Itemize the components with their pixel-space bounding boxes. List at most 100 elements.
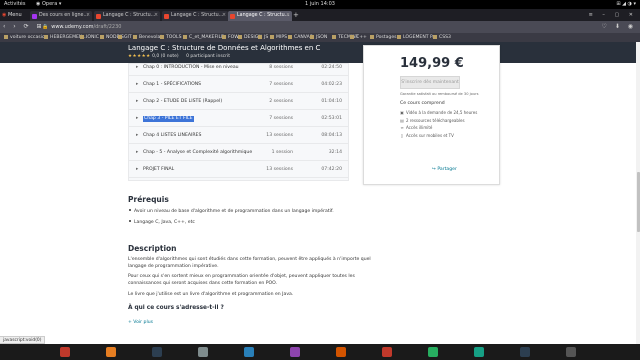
tab-2[interactable]: Langage C : Structu... ×: [94, 11, 160, 21]
close-tab-icon[interactable]: ×: [154, 11, 158, 21]
prereq-text: Langage C, Java, C++, etc: [134, 220, 195, 225]
price: 149,99 €: [400, 56, 464, 71]
lock-icon: 🔒: [42, 24, 49, 30]
firefox-icon[interactable]: [106, 347, 116, 357]
tab-strip: ◉ Menu Des cours en ligne... × Langage C …: [0, 9, 640, 21]
url-path: /draft/2230: [93, 24, 122, 30]
include-text: 2 ressources téléchargeables: [406, 117, 465, 123]
media-icon[interactable]: [382, 347, 392, 357]
tab-3[interactable]: Langage C : Structu... ×: [162, 11, 228, 21]
curriculum-section[interactable]: ▸ Chap - 5 - Analyse et Complexité algori…: [129, 144, 348, 161]
description-paragraph-1: L'ensemble d'algorithmes qui sont étudié…: [128, 257, 371, 269]
section-duration: 04:02:23: [321, 82, 342, 87]
bookmark-item[interactable]: CANVAS: [288, 33, 313, 42]
bookmark-label: C_et_MAKEFILE: [189, 35, 224, 40]
video-icon: ▣: [400, 110, 404, 115]
tab-label: Langage C : Structu...: [237, 13, 290, 18]
include-item: ∞ Accès illimité: [400, 125, 432, 130]
close-tab-icon[interactable]: ×: [86, 11, 90, 21]
bookmarks-bar: voiture occasion HEBERGEMEN... IONIC NODEJS…: [0, 33, 640, 42]
photos-icon[interactable]: [474, 347, 484, 357]
clock[interactable]: 1 juin 14:03: [0, 0, 640, 9]
chevron-right-icon: ▸: [136, 150, 139, 155]
curriculum-section[interactable]: ▸ Chap 4 LISTES LINEAIRES 13 sessions 08:04…: [129, 127, 348, 144]
prereq-item: Avoir un niveau de base d'algorithme et …: [128, 209, 334, 214]
bookmark-label: CSS3: [439, 35, 451, 40]
chrome-icon[interactable]: [428, 347, 438, 357]
mobile-icon: ▯: [400, 132, 404, 138]
bookmark-label: Postages: [376, 35, 397, 40]
system-tray[interactable]: ⊞ ◢ ◑ ▾: [616, 0, 636, 9]
section-duration: 01:04:10: [321, 99, 342, 104]
url-host: www.udemy.com: [51, 24, 94, 30]
section-duration: 07:42:20: [321, 167, 342, 172]
tab-1[interactable]: Des cours en ligne... ×: [30, 11, 92, 21]
folder-icon: [44, 34, 48, 39]
files-icon[interactable]: [198, 347, 208, 357]
bookmark-item[interactable]: GIT: [118, 33, 132, 42]
software-icon[interactable]: [336, 347, 346, 357]
section-title: PROJET FINAL: [143, 167, 175, 172]
bookmark-item[interactable]: C++: [350, 33, 367, 42]
course-title: Langage C : Structure de Données et Algo…: [128, 44, 321, 52]
infinity-icon: ∞: [400, 125, 404, 130]
editor-icon[interactable]: [520, 347, 530, 357]
url-field[interactable]: 🔒 www.udemy.com/draft/2230: [42, 23, 582, 31]
bookmark-item[interactable]: C_et_MAKEFILE: [183, 33, 224, 42]
tab-4-active[interactable]: Langage C : Structu... ×: [228, 11, 292, 21]
bookmark-item[interactable]: Benevolat: [133, 33, 162, 42]
section-title: Chap 1 - SPÉCIFICATIONS: [143, 82, 202, 87]
enroll-button[interactable]: S'inscrire dès maintenant: [400, 76, 460, 89]
bookmark-label: LOGEMENT P...: [403, 35, 437, 40]
folder-icon: [238, 34, 242, 39]
bookmark-item[interactable]: Postages: [370, 33, 397, 42]
scrollbar-thumb[interactable]: [636, 172, 640, 232]
opera-menu-button[interactable]: ◉ Menu: [2, 11, 22, 19]
close-tab-icon[interactable]: ×: [286, 11, 290, 21]
page-scrollbar[interactable]: [636, 42, 640, 344]
section-duration: 02:53:01: [321, 116, 342, 121]
include-text: Accès sur mobiles et TV: [406, 132, 454, 138]
see-more-link[interactable]: + Voir plus: [128, 320, 153, 325]
bullet-icon: [129, 209, 131, 211]
settings-icon[interactable]: [290, 347, 300, 357]
close-tab-icon[interactable]: ×: [222, 11, 226, 21]
new-tab-button[interactable]: +: [293, 11, 299, 19]
curriculum-section[interactable]: ▸ Chap 0 : INTRODUCTION - Mise en niveau 8…: [129, 59, 348, 76]
curriculum-section[interactable]: ▸ PROJET FINAL 13 sessions 07:42:20: [129, 161, 348, 178]
chevron-right-icon: ▸: [136, 116, 139, 121]
udemy-favicon-icon: [164, 13, 169, 19]
bookmark-label: voiture occasion: [10, 35, 48, 40]
bookmark-item[interactable]: CSS3: [433, 33, 451, 42]
apps-grid-icon[interactable]: [566, 347, 576, 357]
section-title: Chap 4 LISTES LINEAIRES: [143, 133, 202, 138]
page-content: Langage C : Structure de Données et Algo…: [0, 42, 640, 344]
includes-title: Ce cours comprend: [400, 101, 445, 106]
system-top-bar: Activités ◉ Opera ▾ 1 juin 14:03 ⊞ ◢ ◑ ▾: [0, 0, 640, 9]
bookmark-item[interactable]: JS: [258, 33, 268, 42]
opera-icon[interactable]: [60, 347, 70, 357]
bookmark-item[interactable]: voiture occasion: [4, 33, 48, 42]
bookmark-item[interactable]: LOGEMENT P...: [397, 33, 436, 42]
curriculum-section[interactable]: ▸ Chap 2 - ETUDE DE LISTE (Rappel) 2 sessi…: [129, 93, 348, 110]
section-sessions: 13 sessions: [266, 133, 293, 138]
curriculum-section[interactable]: ▸ Chap 1 - SPÉCIFICATIONS 7 sessions 04:02:…: [129, 76, 348, 93]
bookmark-item[interactable]: IONIC: [80, 33, 99, 42]
bookmark-item[interactable]: JSON: [310, 33, 327, 42]
code-icon[interactable]: [244, 347, 254, 357]
status-bar-url: javascript:void(0): [0, 336, 46, 344]
nav-buttons[interactable]: ‹ › ⟳ ⊞: [3, 21, 45, 33]
window-controls[interactable]: ≡ – ▢ ✕: [589, 10, 637, 20]
terminal-icon[interactable]: [152, 347, 162, 357]
toolbar-icons[interactable]: ♡ ⬇ ◉: [602, 21, 636, 33]
share-button[interactable]: ↪ Partager: [432, 167, 457, 172]
folder-icon: [100, 34, 104, 39]
bookmark-item[interactable]: TOOLS: [160, 33, 182, 42]
bookmark-label: GIT: [124, 35, 132, 40]
include-item: ▯ Accès sur mobiles et TV: [400, 133, 454, 138]
bookmark-item[interactable]: FOW: [222, 33, 239, 42]
include-item: ▣ Vidéo à la demande de 24,5 heures: [400, 110, 477, 115]
bookmark-item[interactable]: MIPS: [270, 33, 287, 42]
curriculum-section[interactable]: ▸ Chap 3 - PILE ET FILE 7 sessions 02:53:01: [129, 110, 348, 127]
udemy-favicon-icon: [32, 13, 37, 19]
